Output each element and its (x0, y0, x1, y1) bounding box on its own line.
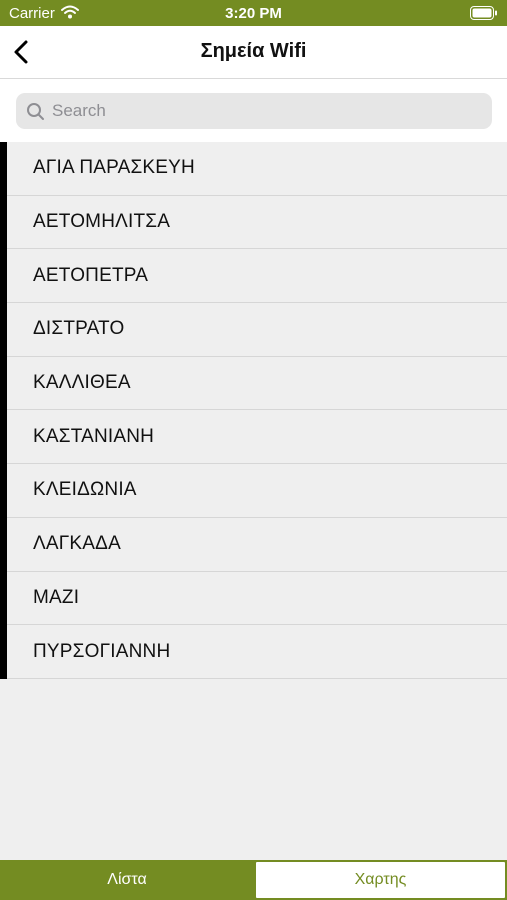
list-item[interactable]: ΑΕΤΟΠΕΤΡΑ (7, 249, 507, 304)
search-field[interactable] (16, 93, 492, 129)
search-icon (27, 103, 44, 120)
tab-bar: Λίστα Χαρτης (0, 860, 507, 900)
page-title: Σημεία Wifi (200, 40, 307, 62)
navigation-bar: Σημεία Wifi (0, 26, 507, 79)
list-item[interactable]: ΚΑΛΛΙΘΕΑ (7, 357, 507, 411)
tab-map[interactable]: Χαρτης (254, 860, 507, 900)
list-item[interactable]: ΠΥΡΣΟΓΙΑΝΝΗ (7, 625, 507, 679)
clock: 3:20 PM (225, 5, 282, 22)
list-item[interactable]: ΔΙΣΤΡΑΤΟ (7, 303, 507, 357)
list-item[interactable]: ΑΓΙΑ ΠΑΡΑΣΚΕΥΗ (7, 142, 507, 196)
status-bar: Carrier 3:20 PM (0, 0, 507, 26)
search-bar (0, 79, 507, 142)
list-item[interactable]: ΚΑΣΤΑΝΙΑΝΗ (7, 410, 507, 465)
tab-list[interactable]: Λίστα (0, 860, 254, 900)
location-list: ΑΓΙΑ ΠΑΡΑΣΚΕΥΗ ΑΕΤΟΜΗΛΙΤΣΑ ΑΕΤΟΠΕΤΡΑ ΔΙΣ… (0, 142, 507, 679)
list-item[interactable]: ΚΛΕΙΔΩΝΙΑ (7, 464, 507, 518)
battery-icon (470, 6, 498, 24)
search-input[interactable] (52, 93, 482, 129)
list-item[interactable]: ΑΕΤΟΜΗΛΙΤΣΑ (7, 196, 507, 250)
list-item[interactable]: ΛΑΓΚΑΔΑ (7, 518, 507, 572)
list-item[interactable]: ΜΑΖΙ (7, 572, 507, 626)
